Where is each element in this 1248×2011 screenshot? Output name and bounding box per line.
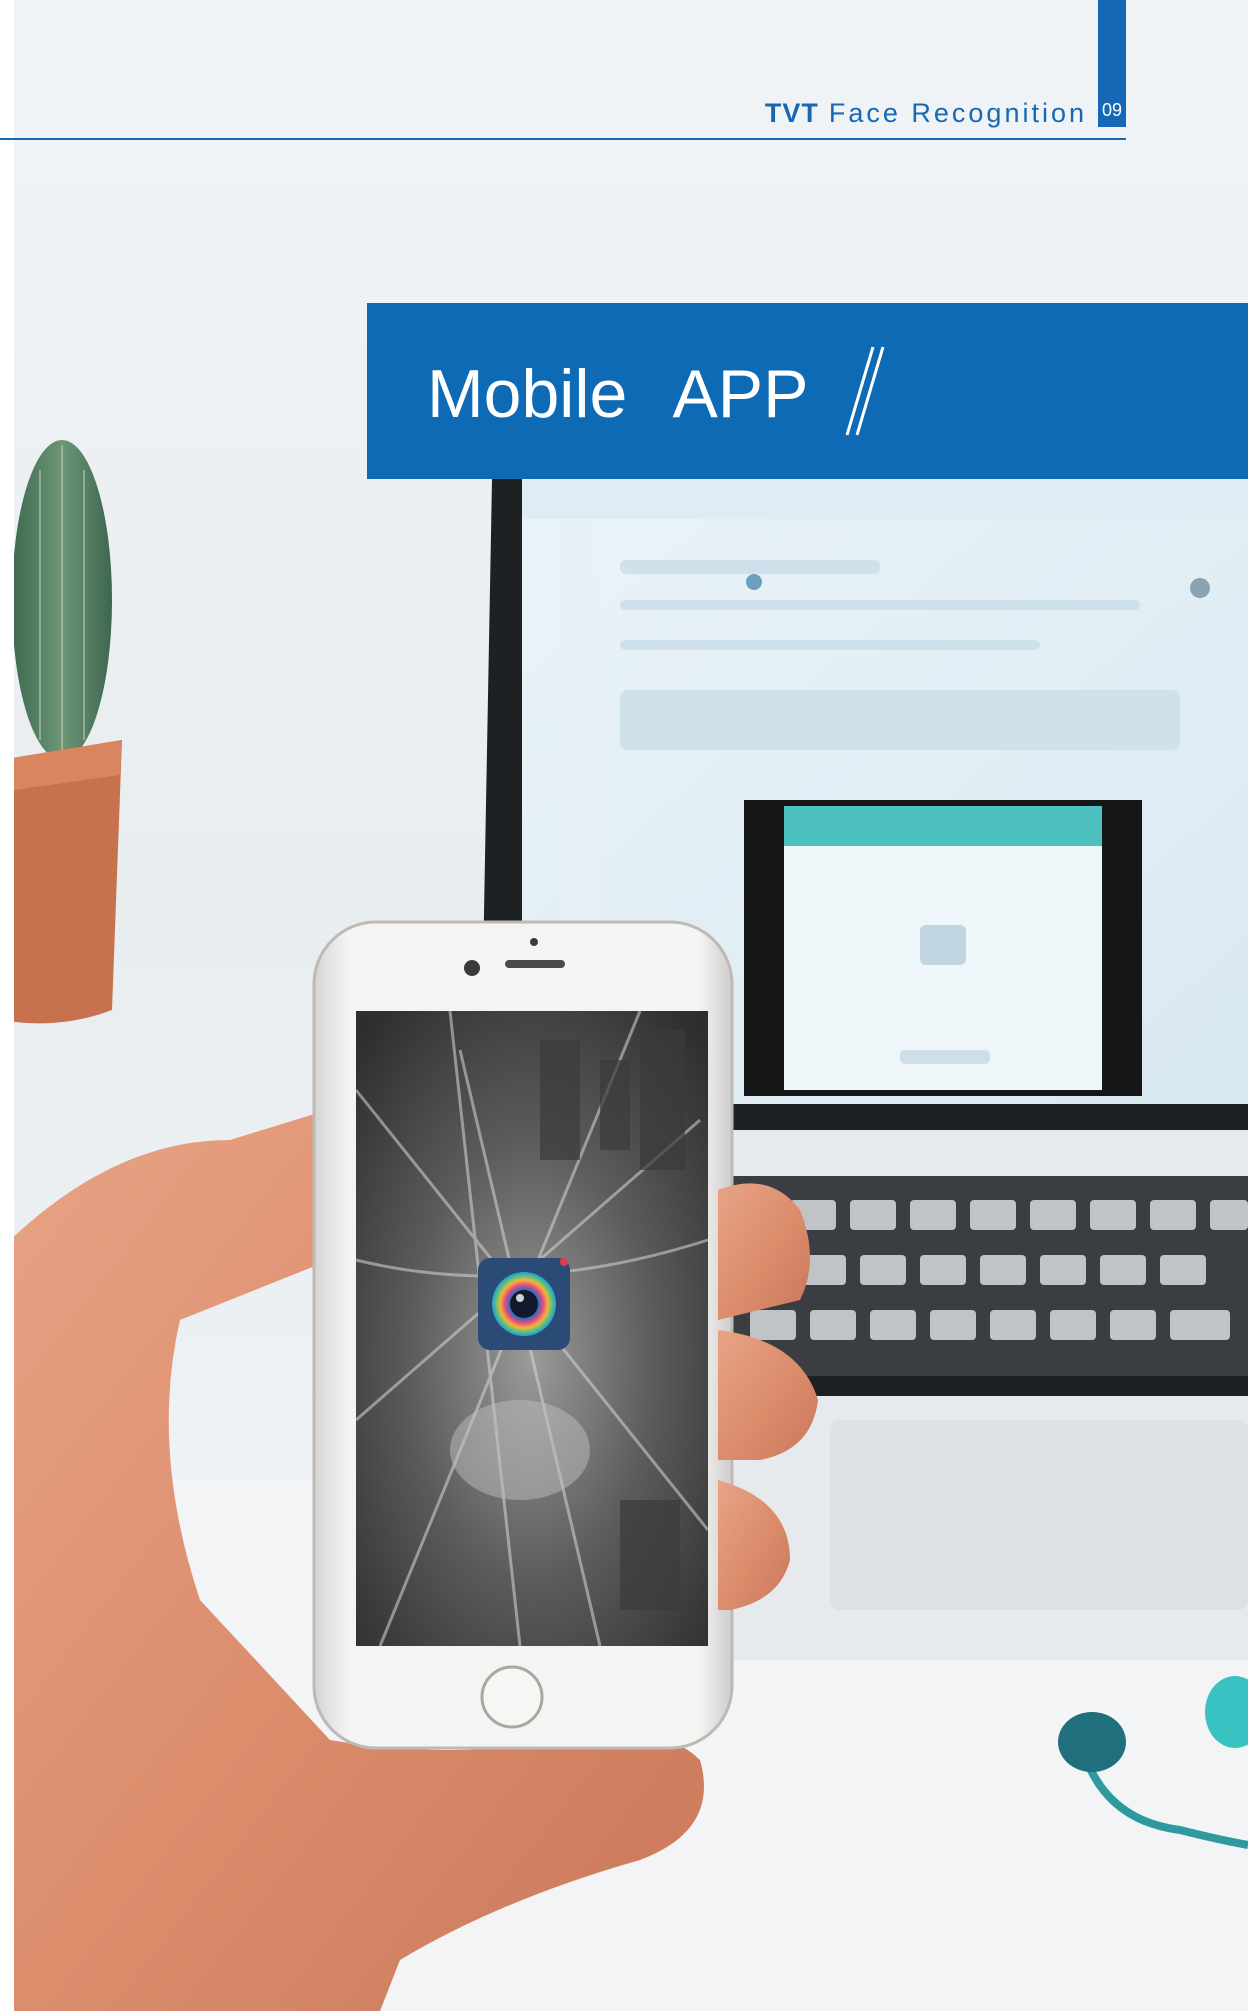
document-title: Face Recognition bbox=[828, 98, 1087, 128]
page-margin bbox=[0, 0, 14, 2011]
double-slash-icon bbox=[845, 346, 885, 436]
brand-name: TVT bbox=[764, 98, 819, 128]
photo-phone-laptop bbox=[0, 0, 1248, 2011]
page-header: TVT Face Recognition 09 bbox=[0, 0, 1248, 140]
section-banner: Mobile APP bbox=[367, 303, 1248, 479]
page-number: 09 bbox=[1101, 100, 1123, 120]
running-title: TVT Face Recognition bbox=[765, 98, 1087, 129]
brochure-page: TVT Face Recognition 09 Mobile APP bbox=[0, 0, 1248, 2011]
camera-lens-app-icon bbox=[478, 1258, 570, 1350]
header-rule bbox=[0, 138, 1126, 140]
section-title: Mobile APP bbox=[427, 356, 809, 432]
